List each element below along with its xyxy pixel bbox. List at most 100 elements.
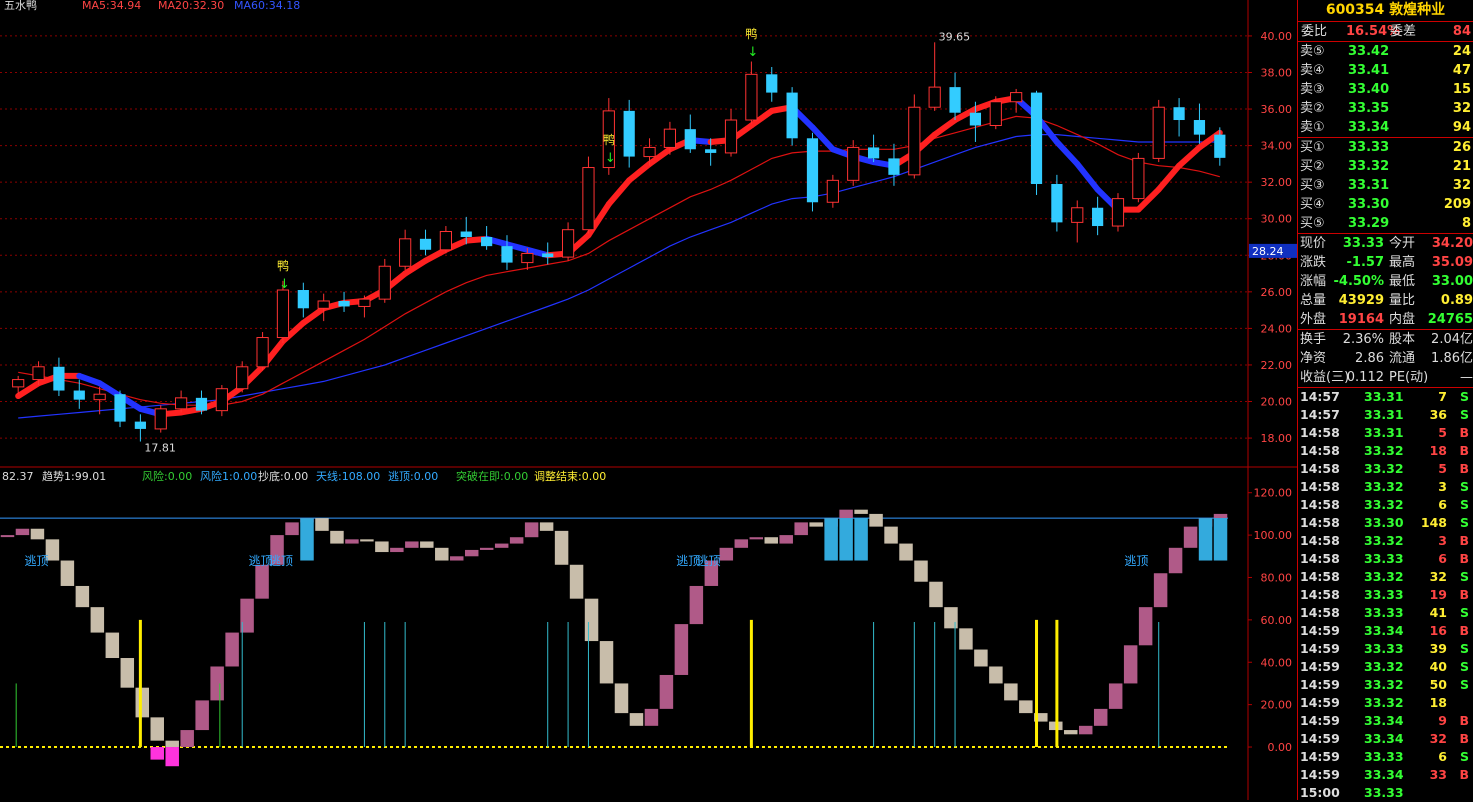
candle-body-down	[134, 421, 146, 429]
tick-time: 14:58	[1300, 479, 1340, 494]
tick-volume: 18	[1429, 695, 1447, 710]
candle-body-up	[215, 388, 228, 412]
bid-volume: 32	[1452, 178, 1471, 193]
tick-side: S	[1459, 605, 1469, 620]
tick-volume: 18	[1429, 443, 1447, 458]
tick-price: 33.32	[1364, 443, 1404, 458]
quote-label: 涨跌	[1300, 255, 1327, 270]
extreme-price-label: 39.65	[939, 30, 971, 43]
trend-bar	[884, 526, 898, 544]
quote-label: 今开	[1389, 236, 1416, 251]
escape-top-bar	[839, 518, 853, 561]
fundamentals: 换手 2.36% 股本 2.04亿 净资 2.86 流通 1.86亿 收益(三) 0.112 PE(…	[1298, 330, 1473, 388]
chart-svg[interactable]: 17.8139.65鸭↓鸭↓鸭↓ 逃顶 逃顶逃顶 逃顶逃顶 逃顶 18.0020.00…	[0, 0, 1297, 800]
trend-bar	[360, 539, 374, 542]
tick-price: 33.34	[1364, 623, 1404, 638]
tick-time: 14:58	[1300, 587, 1340, 602]
tick-volume: 7	[1438, 389, 1447, 404]
trend-bar	[1123, 645, 1138, 684]
tick-side: S	[1459, 479, 1469, 494]
tick-volume: 5	[1438, 425, 1447, 440]
tick-price: 33.32	[1364, 569, 1404, 584]
candle-body-down	[419, 238, 432, 250]
candle-body-down	[1193, 120, 1206, 135]
weicha-label: 委差	[1390, 24, 1417, 39]
trend-bar	[405, 541, 419, 548]
tick-side: B	[1459, 767, 1469, 782]
candle-body-down	[786, 92, 798, 139]
info-value: 2.86	[1355, 351, 1384, 366]
quote-row: 现价 33.33 今开 34.20	[1298, 234, 1473, 253]
trend-bar	[509, 537, 524, 544]
candle-body-up	[358, 298, 371, 307]
ask-row: 卖③ 33.40 15	[1298, 80, 1473, 99]
bottom-signal-bar	[165, 747, 179, 767]
bid-level-label: 买①	[1300, 140, 1325, 155]
tick-volume: 6	[1438, 749, 1447, 764]
info-label: 换手	[1300, 332, 1327, 347]
chart-background	[0, 0, 1297, 800]
tick-volume: 9	[1438, 713, 1447, 728]
tick-price: 33.32	[1364, 695, 1404, 710]
tick-list[interactable]: 14:57 33.31 7 S 14:57 33.31 36 S 14:58 33.31 5 B 14:…	[1298, 388, 1473, 802]
price-tick-label: 30.00	[1261, 213, 1293, 226]
bid-price: 33.29	[1348, 216, 1390, 231]
candle-body-up	[154, 408, 167, 430]
trend-bar	[464, 549, 479, 557]
candle-body-down	[1214, 134, 1226, 158]
trend-bar	[794, 522, 808, 536]
trend-bar	[75, 585, 90, 608]
candle-body-up	[908, 106, 921, 176]
tick-row: 14:58 33.33 41 S	[1298, 604, 1473, 622]
trend-bar	[0, 535, 15, 538]
ask-price: 33.42	[1348, 44, 1390, 59]
tick-row: 14:58 33.33 6 B	[1298, 550, 1473, 568]
bottom-signal-bar	[150, 747, 164, 760]
tick-side: S	[1459, 641, 1469, 656]
escape-top-label: 逃顶	[1124, 554, 1148, 568]
tick-row: 14:59 33.32 50 S	[1298, 676, 1473, 694]
tick-volume: 50	[1429, 677, 1447, 692]
tick-volume: 32	[1429, 731, 1447, 746]
indicator-header: 82.37 趋势1:99.01 风险:0.00 风险1:0.00 抄底:0.00 天线:1…	[2, 469, 606, 483]
price-tick-label: 22.00	[1261, 359, 1293, 372]
trend-bar	[1064, 730, 1078, 735]
indicator-value-label: 天线:108.00	[316, 469, 380, 483]
bid-volume: 26	[1452, 140, 1471, 155]
trend-bar	[30, 528, 45, 540]
price-tick-label: 32.00	[1261, 176, 1293, 189]
tick-price: 33.31	[1364, 425, 1404, 440]
trend-bar	[644, 708, 659, 726]
down-arrow-icon: ↓	[747, 45, 758, 60]
candle-body-up	[378, 265, 391, 300]
tick-price: 33.33	[1364, 587, 1404, 602]
info-value: 2.36%	[1342, 332, 1384, 347]
tick-price: 33.32	[1364, 497, 1404, 512]
trend-bar	[974, 649, 988, 667]
down-arrow-icon: ↓	[279, 277, 290, 292]
candle-body-down	[888, 158, 900, 175]
tick-price: 33.33	[1364, 641, 1404, 656]
trend-bar	[854, 509, 868, 514]
tick-volume: 3	[1438, 533, 1447, 548]
trend-bar	[914, 560, 928, 582]
quote-label: 涨幅	[1300, 274, 1327, 289]
tick-volume: 40	[1429, 659, 1447, 674]
trend-bar	[1168, 547, 1183, 574]
candle-body-up	[724, 119, 738, 154]
candle-body-down	[766, 74, 778, 93]
down-arrow-icon: ↓	[605, 151, 616, 166]
tick-side: B	[1459, 731, 1469, 746]
candle-body-up	[276, 289, 290, 339]
trend-bar	[584, 598, 599, 642]
candle-body-up	[1111, 198, 1125, 227]
tick-row: 14:58 33.32 32 S	[1298, 568, 1473, 586]
extreme-price-label: 17.81	[144, 442, 176, 455]
candle-body-down	[969, 112, 982, 126]
tick-row: 14:58 33.33 19 B	[1298, 586, 1473, 604]
kline-chart-area[interactable]: 17.81 39.65 鸭 ↓ 鸭 ↓ 鸭 ↓ 逃顶 逃顶 逃顶 逃顶 逃顶 逃顶 18.00 20.00…	[0, 0, 1297, 800]
escape-top-bar	[1198, 518, 1213, 561]
tick-side: B	[1459, 623, 1469, 638]
indicator-value-label: 风险1:0.00	[200, 469, 257, 483]
escape-top-bar	[300, 518, 314, 561]
